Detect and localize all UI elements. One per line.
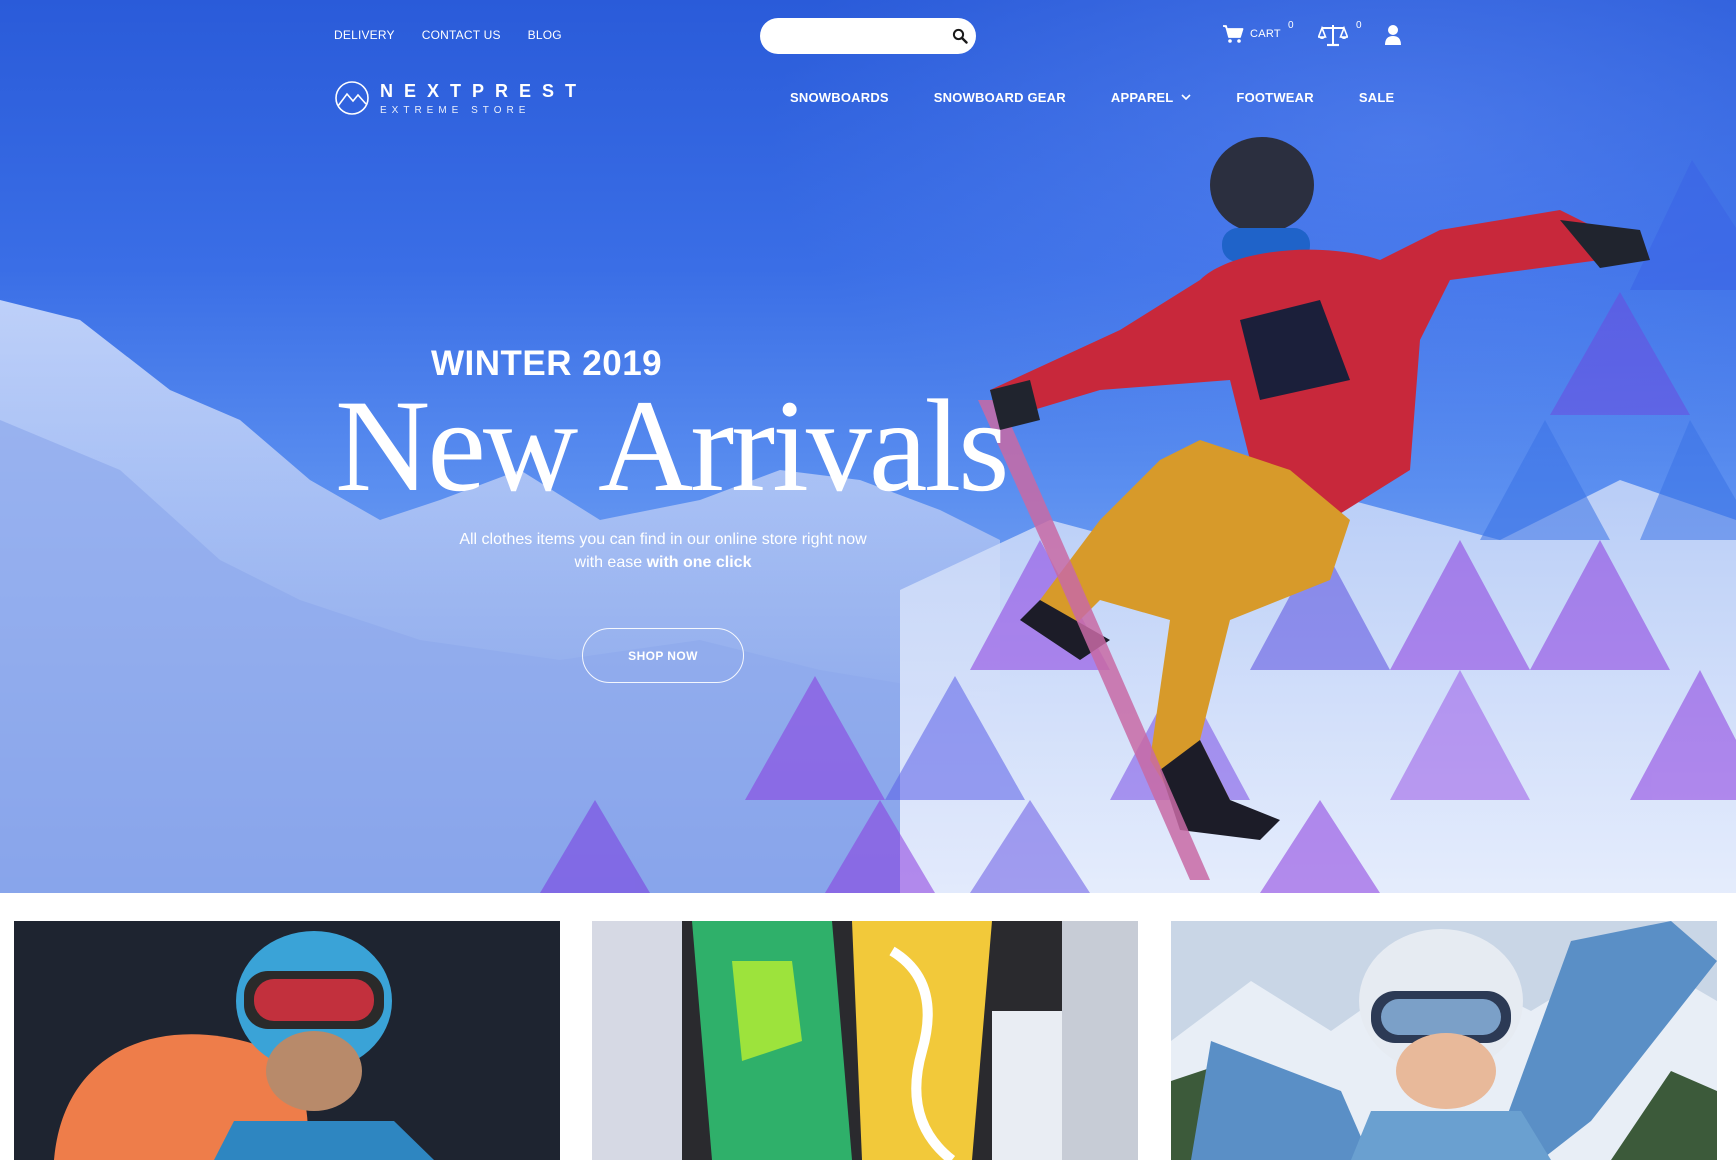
hero-description: All clothes items you can find in our on… [398, 528, 928, 574]
mountain-logo-icon [335, 81, 369, 115]
chevron-down-icon [1181, 94, 1191, 101]
top-link-contact-us[interactable]: CONTACT US [422, 28, 501, 42]
cart-count-badge: 0 [1288, 20, 1294, 31]
top-link-blog[interactable]: BLOG [528, 28, 562, 42]
user-icon [1385, 25, 1401, 45]
compare-count-badge: 0 [1356, 20, 1362, 31]
nav-item-label: FOOTWEAR [1236, 90, 1314, 105]
search-input[interactable] [776, 28, 952, 44]
scales-icon [1317, 25, 1349, 47]
search-icon [952, 28, 968, 44]
nav-item-footwear[interactable]: FOOTWEAR [1236, 90, 1313, 105]
account-button[interactable] [1384, 24, 1402, 51]
top-bar: DELIVERY CONTACT US BLOG CART 0 0 [0, 0, 1736, 70]
hero-desc-line2-bold: with one click [646, 554, 752, 571]
card-image-snowboards [592, 921, 1138, 1160]
nav-item-label: SNOWBOARDS [790, 90, 889, 105]
top-links: DELIVERY CONTACT US BLOG [334, 28, 562, 42]
site-logo[interactable]: NEXTPREST EXTREME STORE [334, 80, 587, 116]
card-image-snowboarder-man [14, 921, 560, 1160]
shop-now-button[interactable]: SHOP NOW [582, 628, 744, 683]
cart-label: CART [1250, 28, 1281, 40]
card-image-skier-woman [1171, 921, 1717, 1160]
hero-banner: DELIVERY CONTACT US BLOG CART 0 0 NEXTPR… [0, 0, 1736, 893]
compare-button[interactable]: 0 [1317, 20, 1362, 53]
top-link-delivery[interactable]: DELIVERY [334, 28, 395, 42]
hero-desc-line1: All clothes items you can find in our on… [459, 531, 867, 548]
hero-desc-line2-plain: with ease [574, 554, 647, 571]
nav-item-snowboards[interactable]: SNOWBOARDS [790, 90, 889, 105]
nav-item-sale[interactable]: SALE [1359, 90, 1394, 105]
nav-item-label: SNOWBOARD GEAR [933, 90, 1066, 105]
nav-item-snowboard-gear[interactable]: SNOWBOARD GEAR [934, 90, 1066, 105]
nav-item-apparel[interactable]: APPAREL [1111, 90, 1192, 105]
main-nav: SNOWBOARDS SNOWBOARD GEAR APPAREL FOOTWE… [790, 90, 1394, 105]
category-card-3[interactable] [1171, 921, 1717, 1160]
hero-desc-line2: with ease with one click [398, 551, 928, 574]
logo-name: NEXTPREST [380, 80, 588, 101]
hero-title: New Arrivals [335, 372, 1010, 519]
category-card-2[interactable] [592, 921, 1138, 1160]
cart-icon [1223, 25, 1244, 43]
category-card-1[interactable] [14, 921, 560, 1160]
nav-item-label: APPAREL [1110, 90, 1174, 105]
nav-item-label: SALE [1358, 90, 1395, 105]
search-box [760, 18, 976, 54]
logo-tagline: EXTREME STORE [380, 104, 531, 116]
search-button[interactable] [952, 25, 968, 47]
cart-button[interactable]: CART 0 [1222, 20, 1294, 44]
